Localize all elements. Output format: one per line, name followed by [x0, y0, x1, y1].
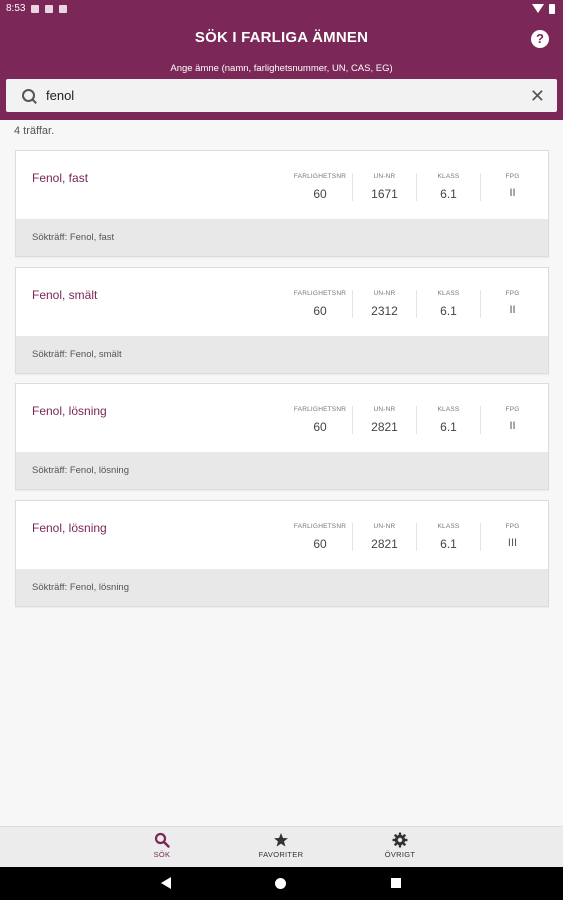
- un-nr-label: UN-NR: [373, 406, 396, 414]
- battery-icon: [549, 3, 555, 14]
- klass-label: KLASS: [437, 289, 460, 297]
- search-icon: [20, 87, 38, 105]
- substance-codes: FARLIGHETSNR 60 UN-NR 2312 KLASS 6.1 FPG II: [288, 289, 544, 318]
- farlighetsnr-label: FARLIGHETSNR: [293, 289, 347, 297]
- un-nr-label: UN-NR: [373, 173, 396, 180]
- back-icon[interactable]: [161, 877, 171, 889]
- fpg-value: III: [507, 537, 518, 550]
- result-count: 4 träffar.: [14, 125, 55, 137]
- substance-name: Fenol, smält: [32, 287, 98, 302]
- search-hint: Ange ämne (namn, farlighetsnummer, UN, C…: [170, 63, 393, 74]
- fpg-value: II: [509, 420, 516, 433]
- un-nr-value: 1671: [371, 187, 398, 201]
- klass-value: 6.1: [440, 303, 457, 318]
- farlighetsnr-value: 60: [313, 537, 327, 552]
- un-nr-value: 2821: [371, 420, 398, 435]
- substance-codes: FARLIGHETSNR 60 UN-NR 2821 KLASS 6.1 FPG II: [288, 406, 544, 435]
- klass-label: KLASS: [437, 173, 460, 180]
- result-card[interactable]: Fenol, smält FARLIGHETSNR 60 UN-NR 2312 KL…: [15, 266, 549, 374]
- star-icon: [241, 832, 321, 848]
- result-card[interactable]: Fenol, lösning FARLIGHETSNR 60 UN-NR 2821 …: [15, 383, 549, 491]
- notification-icon: [59, 4, 68, 13]
- klass-value: 6.1: [440, 187, 457, 201]
- search-bar: ✕: [6, 79, 557, 112]
- nav-item-favoriter[interactable]: FAVORITER: [241, 832, 321, 859]
- substance-name: Fenol, lösning: [32, 404, 107, 419]
- gear-icon: [360, 832, 440, 848]
- help-icon[interactable]: ?: [531, 30, 549, 48]
- result-card[interactable]: Fenol, lösning FARLIGHETSNR 60 UN-NR 2821 …: [15, 500, 549, 608]
- bottom-nav: SÖK FAVORITER ÖVRIGT: [0, 826, 563, 867]
- farlighetsnr-label: FARLIGHETSNR: [293, 523, 347, 531]
- un-nr-value: 2312: [371, 303, 398, 318]
- page-title: SÖK I FARLIGA ÄMNEN: [194, 29, 369, 46]
- fpg-value: II: [509, 303, 516, 316]
- nav-label: SÖK: [153, 850, 171, 859]
- search-icon: [122, 832, 202, 848]
- fpg-label: FPG: [505, 523, 520, 531]
- klass-value: 6.1: [440, 537, 457, 552]
- un-nr-label: UN-NR: [373, 523, 396, 531]
- farlighetsnr-value: 60: [313, 187, 327, 201]
- un-nr-label: UN-NR: [373, 289, 396, 297]
- farlighetsnr-label: FARLIGHETSNR: [293, 173, 347, 180]
- nav-label: FAVORITER: [258, 850, 304, 859]
- un-nr-value: 2821: [371, 537, 398, 552]
- search-input[interactable]: [46, 88, 530, 103]
- search-match: Sökträff: Fenol, lösning: [16, 452, 548, 490]
- substance-name: Fenol, fast: [32, 171, 89, 185]
- home-icon[interactable]: [275, 878, 286, 889]
- wifi-icon: [532, 4, 544, 13]
- close-icon[interactable]: ✕: [530, 87, 545, 105]
- notification-icon: [45, 4, 54, 13]
- search-match: Sökträff: Fenol, lösning: [16, 569, 548, 607]
- farlighetsnr-value: 60: [313, 420, 327, 435]
- klass-label: KLASS: [437, 523, 460, 531]
- system-nav-bar: [0, 867, 563, 900]
- nav-label: ÖVRIGT: [384, 850, 416, 859]
- notification-icon: [31, 4, 40, 13]
- fpg-value: II: [509, 187, 516, 199]
- status-bar: 8:53: [0, 0, 563, 17]
- app-header: SÖK I FARLIGA ÄMNEN ? Ange ämne (namn, f…: [0, 17, 563, 120]
- klass-label: KLASS: [437, 406, 460, 414]
- results-list: Fenol, fast FARLIGHETSNR 60 UN-NR 1671 KLA…: [15, 150, 549, 617]
- search-match: Sökträff: Fenol, fast: [16, 219, 548, 256]
- recent-apps-icon[interactable]: [391, 878, 401, 888]
- farlighetsnr-value: 60: [313, 303, 327, 318]
- substance-name: Fenol, lösning: [32, 521, 107, 536]
- nav-item-ovrigt[interactable]: ÖVRIGT: [360, 832, 440, 859]
- farlighetsnr-label: FARLIGHETSNR: [293, 406, 347, 414]
- search-match: Sökträff: Fenol, smält: [16, 335, 548, 373]
- fpg-label: FPG: [505, 289, 520, 297]
- nav-item-sok[interactable]: SÖK: [122, 832, 202, 859]
- status-time: 8:53: [6, 3, 26, 14]
- substance-codes: FARLIGHETSNR 60 UN-NR 1671 KLASS 6.1 FPG II: [288, 173, 544, 201]
- fpg-label: FPG: [505, 406, 520, 414]
- fpg-label: FPG: [505, 173, 520, 180]
- result-card[interactable]: Fenol, fast FARLIGHETSNR 60 UN-NR 1671 KLA…: [15, 150, 549, 257]
- substance-codes: FARLIGHETSNR 60 UN-NR 2821 KLASS 6.1 FPG III: [288, 523, 544, 552]
- klass-value: 6.1: [440, 420, 457, 435]
